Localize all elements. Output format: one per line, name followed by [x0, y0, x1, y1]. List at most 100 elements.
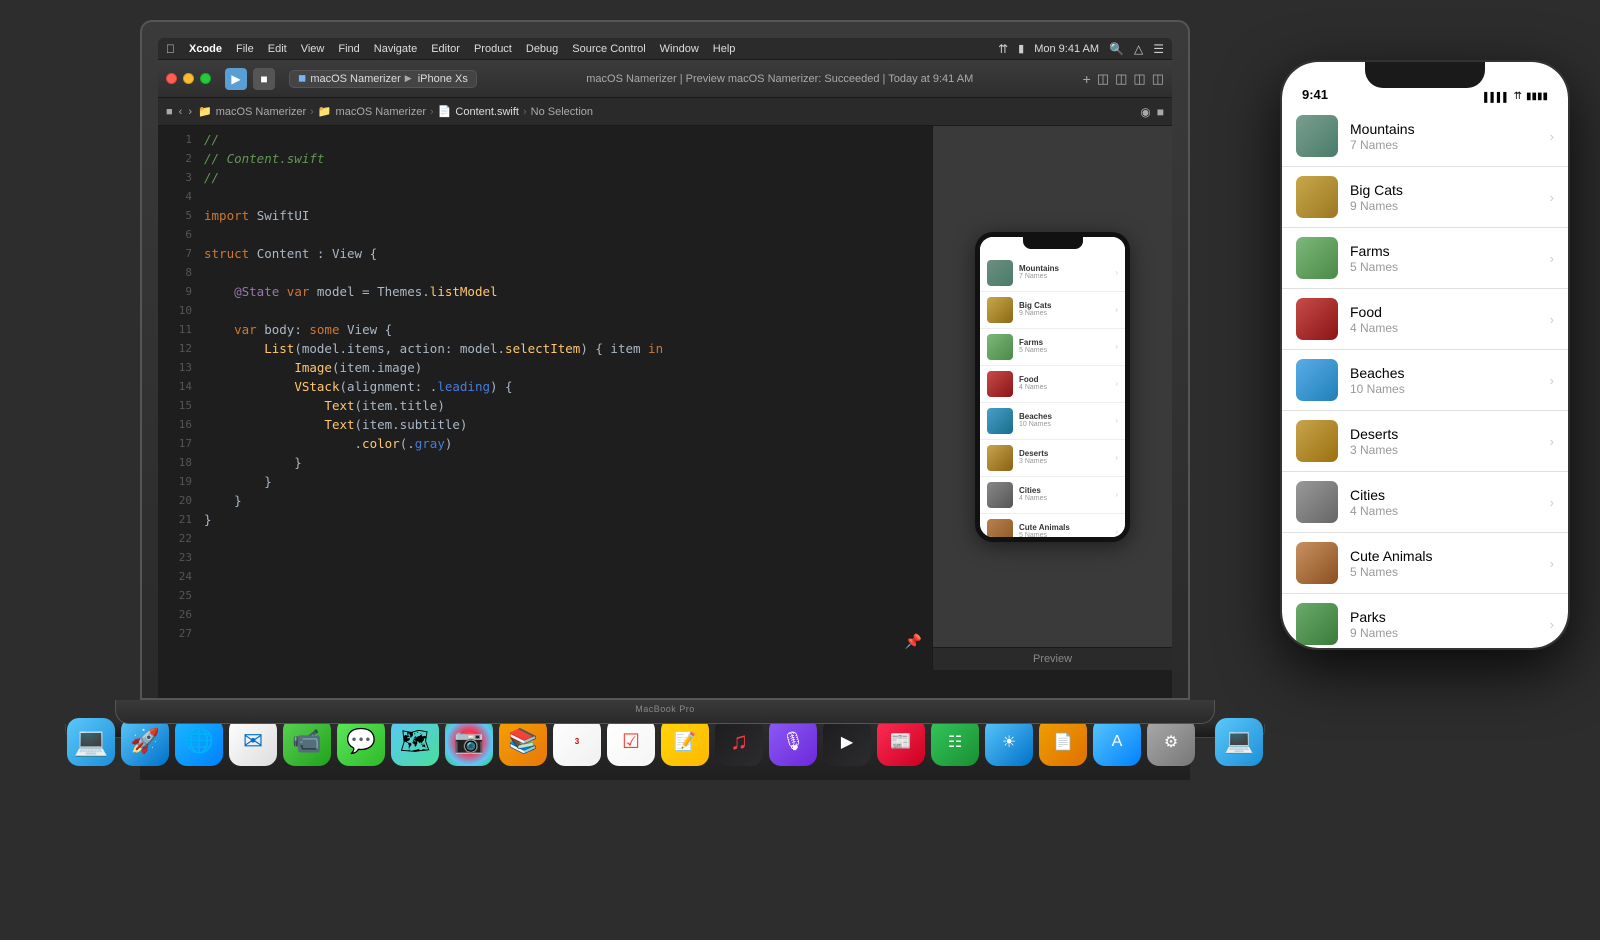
author-icon[interactable]: ◉ — [1140, 105, 1150, 119]
nav-back-icon[interactable]: ‹ — [179, 106, 183, 118]
dock-podcasts[interactable]: 🎙 — [769, 718, 817, 766]
list-item-bigcats[interactable]: Big Cats 9 Names › — [1282, 167, 1568, 228]
maximize-button[interactable] — [200, 73, 211, 84]
list-item-food[interactable]: Food 4 Names › — [1282, 289, 1568, 350]
mini-list-bigcats: Big Cats9 Names › — [980, 292, 1125, 329]
dock-safari[interactable]: 🌐 — [175, 718, 223, 766]
dock-facetime[interactable]: 📹 — [283, 718, 331, 766]
menu-window[interactable]: Window — [660, 43, 699, 55]
dock-news[interactable]: 📰 — [877, 718, 925, 766]
stop-button[interactable]: ■ — [253, 68, 275, 90]
layout3-icon[interactable]: ◫ — [1152, 71, 1164, 87]
dock-photos[interactable]: 📷 — [445, 718, 493, 766]
menu-find[interactable]: Find — [338, 43, 359, 55]
iphone-list[interactable]: Mountains 7 Names › Big Cats 9 Names › F… — [1282, 106, 1568, 648]
item-text-parks: Parks 9 Names — [1350, 609, 1538, 640]
item-text-mountains: Mountains 7 Names — [1350, 121, 1538, 152]
dock-notes[interactable]: 📝 — [661, 718, 709, 766]
item-text-cities: Cities 4 Names — [1350, 487, 1538, 518]
xcode-main: 1// 2// Content.swift 3// 4 5import Swif… — [158, 126, 1172, 670]
breadcrumb: 📁 macOS Namerizer › 📁 macOS Namerizer › … — [198, 105, 593, 118]
dock-finder2[interactable]: 💻 — [1215, 718, 1263, 766]
list-item-farms[interactable]: Farms 5 Names › — [1282, 228, 1568, 289]
bc-project2[interactable]: macOS Namerizer — [336, 106, 426, 118]
code-editor[interactable]: 1// 2// Content.swift 3// 4 5import Swif… — [158, 126, 932, 670]
mini-thumb-animals — [987, 519, 1013, 537]
dock-calendar[interactable]: 3 — [553, 718, 601, 766]
bc-project[interactable]: macOS Namerizer — [216, 106, 306, 118]
menu-navigate[interactable]: Navigate — [374, 43, 417, 55]
chevron-farms: › — [1550, 251, 1554, 266]
iphone-screen: 9:41 ▌▌▌▌ ⇈ ▮▮▮▮ Mountains 7 Names › — [1282, 62, 1568, 648]
item-title-deserts: Deserts — [1350, 426, 1538, 442]
dock-mail[interactable]: ✉ — [229, 718, 277, 766]
menu-debug[interactable]: Debug — [526, 43, 558, 55]
list-item-animals[interactable]: Cute Animals 5 Names › — [1282, 533, 1568, 594]
wifi-icon: ⇈ — [998, 42, 1008, 56]
dock-contacts[interactable]: 📚 — [499, 718, 547, 766]
minimize-button[interactable] — [183, 73, 194, 84]
dock-finder[interactable]: 💻 — [67, 718, 115, 766]
iphone-wifi-icon: ⇈ — [1514, 91, 1522, 102]
menu-editor[interactable]: Editor — [431, 43, 460, 55]
menu-view[interactable]: View — [301, 43, 325, 55]
search-icon[interactable]: 🔍 — [1109, 42, 1124, 56]
mini-thumb-bigcats — [987, 297, 1013, 323]
mini-list-beaches: Beaches10 Names › — [980, 403, 1125, 440]
split-icon[interactable]: ◫ — [1097, 71, 1109, 87]
chevron-parks: › — [1550, 617, 1554, 632]
list-item-cities[interactable]: Cities 4 Names › — [1282, 472, 1568, 533]
iphone-large: 9:41 ▌▌▌▌ ⇈ ▮▮▮▮ Mountains 7 Names › — [1280, 60, 1570, 650]
close-button[interactable] — [166, 73, 177, 84]
iphone-battery-icon: ▮▮▮▮ — [1526, 91, 1548, 102]
dock-reminders[interactable]: ☑ — [607, 718, 655, 766]
dock-systemprefs[interactable]: ⚙ — [1147, 718, 1195, 766]
add-icon[interactable]: + — [1083, 71, 1091, 87]
dock-appletv[interactable]: ▶ — [823, 718, 871, 766]
chevron-cities: › — [1550, 495, 1554, 510]
macbook:  Xcode File Edit View Find Navigate Edi… — [140, 20, 1190, 780]
dock-pages[interactable]: 📄 — [1039, 718, 1087, 766]
layout1-icon[interactable]: ◫ — [1115, 71, 1127, 87]
menu-edit[interactable]: Edit — [268, 43, 287, 55]
iphone-signal-icon: ▌▌▌▌ — [1484, 92, 1510, 102]
mini-thumb-cities — [987, 482, 1013, 508]
list-item-deserts[interactable]: Deserts 3 Names › — [1282, 411, 1568, 472]
menu-product[interactable]: Product — [474, 43, 512, 55]
nav-forward-icon[interactable]: › — [188, 106, 192, 118]
list-item-mountains[interactable]: Mountains 7 Names › — [1282, 106, 1568, 167]
mini-list-mountains: Mountains7 Names › — [980, 255, 1125, 292]
nav-grid-icon[interactable]: ■ — [166, 106, 173, 118]
item-subtitle-farms: 5 Names — [1350, 260, 1538, 274]
dock-music[interactable]: ♫ — [715, 718, 763, 766]
dock-maps[interactable]: 🗺 — [391, 718, 439, 766]
list-item-parks[interactable]: Parks 9 Names › — [1282, 594, 1568, 648]
pin-icon[interactable]: 📌 — [905, 634, 922, 650]
chevron-food: › — [1550, 312, 1554, 327]
bc-selection: No Selection — [531, 106, 593, 118]
item-title-parks: Parks — [1350, 609, 1538, 625]
run-button[interactable]: ▶ — [225, 68, 247, 90]
macbook-bottom — [115, 700, 1215, 724]
dock-numbers[interactable]: ☷ — [931, 718, 979, 766]
iphone-time: 9:41 — [1302, 87, 1328, 102]
related-icon[interactable]: ■ — [1157, 105, 1164, 119]
menu-help[interactable]: Help — [713, 43, 736, 55]
mini-notch — [1023, 237, 1083, 249]
mini-thumb-food — [987, 371, 1013, 397]
menubar:  Xcode File Edit View Find Navigate Edi… — [158, 38, 1172, 60]
bc-file[interactable]: Content.swift — [455, 106, 519, 118]
dock-messages[interactable]: 💬 — [337, 718, 385, 766]
chevron-beaches: › — [1550, 373, 1554, 388]
dock-launchpad[interactable]: 🚀 — [121, 718, 169, 766]
menu-source-control[interactable]: Source Control — [572, 43, 645, 55]
dock-appstore[interactable]: A — [1093, 718, 1141, 766]
item-text-bigcats: Big Cats 9 Names — [1350, 182, 1538, 213]
menu-xcode[interactable]: Xcode — [189, 43, 222, 55]
menu-file[interactable]: File — [236, 43, 254, 55]
chevron-animals: › — [1550, 556, 1554, 571]
scheme-selector[interactable]: ◼ macOS Namerizer ▶ iPhone Xs — [289, 70, 477, 88]
list-item-beaches[interactable]: Beaches 10 Names › — [1282, 350, 1568, 411]
dock-keynote[interactable]: ☀ — [985, 718, 1033, 766]
layout2-icon[interactable]: ◫ — [1133, 71, 1145, 87]
